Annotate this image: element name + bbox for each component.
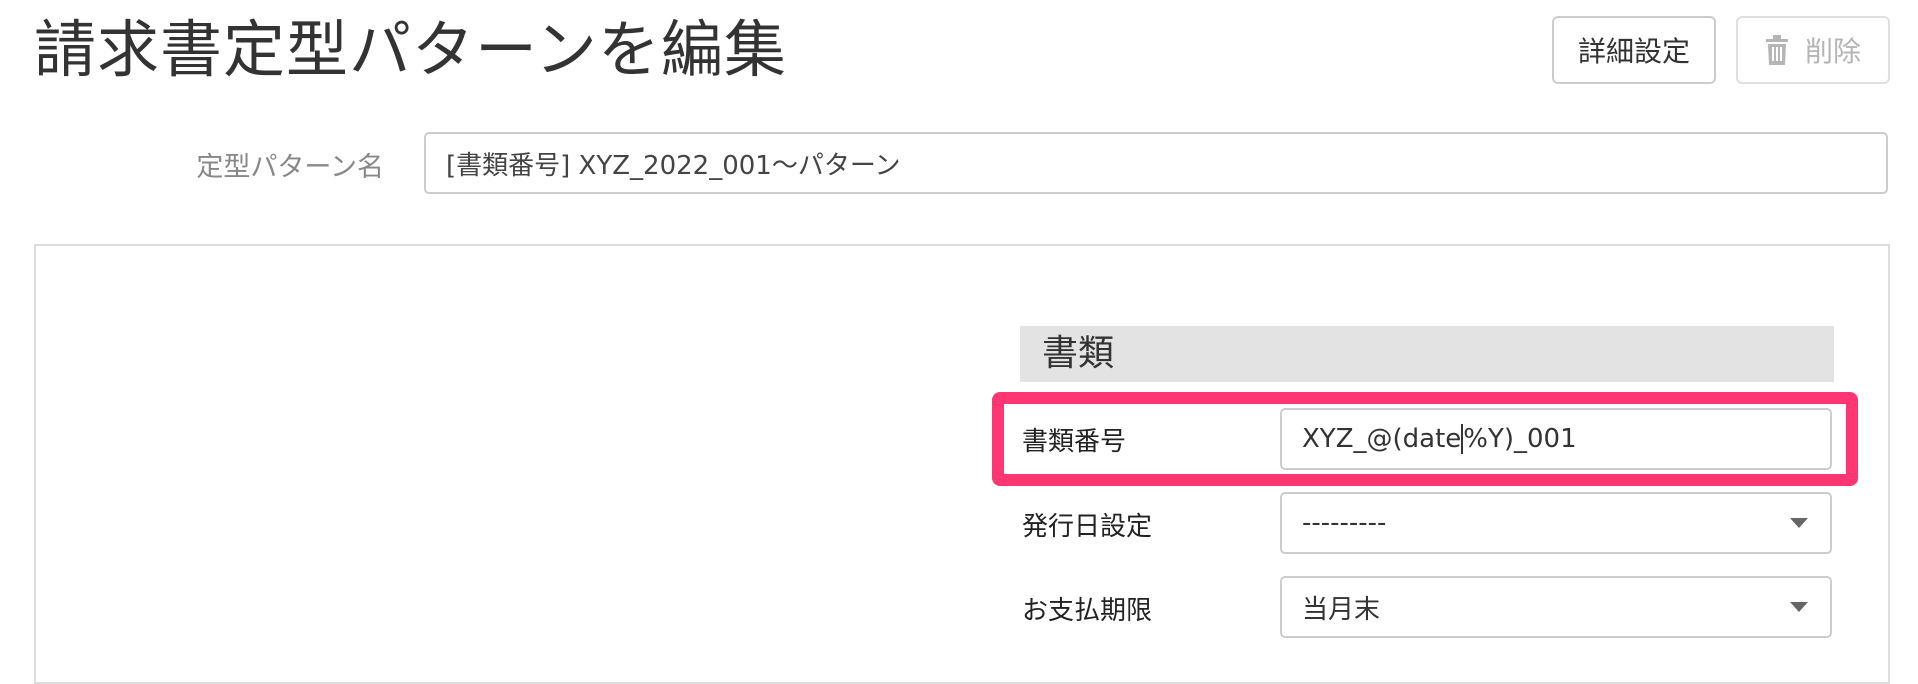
- chevron-down-icon: [1790, 518, 1808, 528]
- chevron-down-icon: [1790, 602, 1808, 612]
- issue-date-setting-label: 発行日設定: [1022, 512, 1153, 542]
- section-header-documents: 書類: [1020, 326, 1834, 382]
- payment-deadline-value: 当月末: [1302, 594, 1381, 625]
- pattern-name-label: 定型パターン名: [196, 152, 384, 183]
- page-title: 請求書定型パターンを編集: [34, 13, 787, 86]
- document-number-value-prefix: XYZ_@(date: [1302, 424, 1462, 454]
- document-number-input[interactable]: XYZ_@(date %Y)_001: [1280, 408, 1832, 470]
- delete-label: 削除: [1804, 36, 1861, 67]
- payment-deadline-select[interactable]: 当月末: [1280, 576, 1832, 638]
- detail-settings-label: 詳細設定: [1577, 36, 1690, 67]
- delete-button[interactable]: 削除: [1736, 16, 1890, 84]
- document-number-value-suffix: %Y)_001: [1463, 424, 1577, 454]
- issue-date-setting-select[interactable]: ---------: [1280, 492, 1832, 554]
- detail-settings-button[interactable]: 詳細設定: [1552, 16, 1716, 84]
- issue-date-setting-value: ---------: [1302, 508, 1387, 538]
- payment-deadline-label: お支払期限: [1022, 596, 1153, 626]
- pattern-name-input[interactable]: [424, 132, 1888, 194]
- document-number-label: 書類番号: [1022, 427, 1127, 457]
- trash-icon: [1765, 35, 1789, 65]
